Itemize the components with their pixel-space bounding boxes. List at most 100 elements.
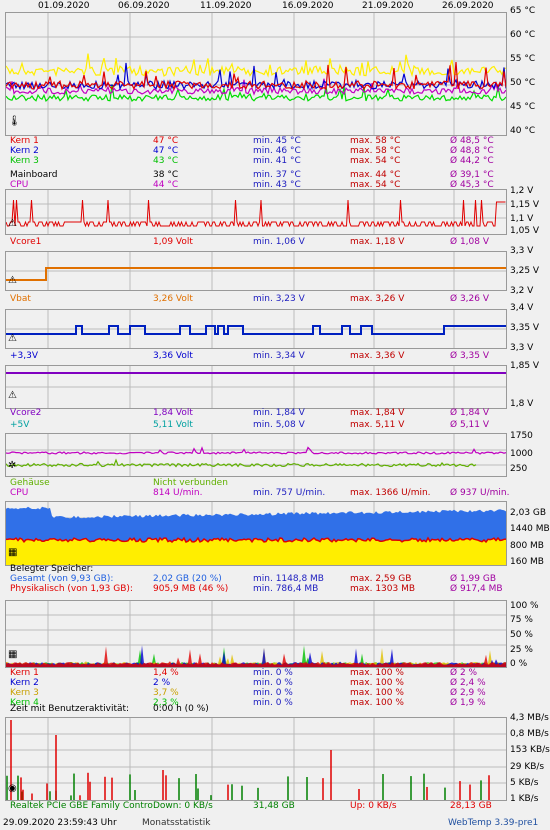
legend-max-value: max. 100 % <box>350 678 404 688</box>
y-tick: 5 KB/s <box>510 778 539 788</box>
legend-avg-value: Ø 1,84 V <box>450 408 490 418</box>
series-line <box>6 267 506 281</box>
legend-min-value: min. 757 U/min. <box>253 488 326 498</box>
warning-icon: ⚠ <box>8 333 17 344</box>
legend-current-value: 1,4 % <box>153 668 179 678</box>
legend-name: Vbat <box>10 294 31 304</box>
memory-title-row: Belegter Speicher: <box>10 564 545 574</box>
legend-row: Kern 2 2 % min. 0 % max. 100 % Ø 2,4 % <box>10 678 545 688</box>
y-tick: 250 <box>510 464 528 474</box>
legend-max-value: max. 1366 U/min. <box>350 488 431 498</box>
legend-min-value: min. 45 °C <box>253 136 301 146</box>
cpu-chip-icon: ▦ <box>8 649 18 660</box>
legend-max-value: max. 44 °C <box>350 170 401 180</box>
vcore1-graph: ⚠ <box>5 189 507 235</box>
y-tick: 4,3 MB/s <box>510 713 549 723</box>
network-icon: ◉ <box>8 783 17 794</box>
legend-row: Gesamt (von 9,93 GB): 2,02 GB (20 %) min. … <box>10 574 545 584</box>
date-label: 16.09.2020 <box>282 1 334 11</box>
y-tick: 50 °C <box>510 78 536 88</box>
legend-min-value: min. 41 °C <box>253 156 301 166</box>
legend-current-value: 814 U/min. <box>153 488 203 498</box>
v33-graph: ⚠ <box>5 309 507 349</box>
date-label: 06.09.2020 <box>118 1 170 11</box>
y-tick: 3,4 V <box>510 303 534 313</box>
warning-icon: ⚠ <box>8 218 17 229</box>
legend-current-value: 3,7 % <box>153 688 179 698</box>
user-activity-label: Zeit mit Benutzeraktivität: <box>10 704 130 714</box>
legend-min-value: 31,48 GB <box>253 801 295 811</box>
date-label: 11.09.2020 <box>200 1 252 11</box>
series-line <box>6 458 477 468</box>
warning-icon: ⚠ <box>8 275 17 286</box>
y-tick: 65 °C <box>510 6 536 16</box>
legend-max-value: max. 1,18 V <box>350 237 405 247</box>
y-tick: 0,8 MB/s <box>510 729 549 739</box>
legend-avg-value: Ø 5,11 V <box>450 420 490 430</box>
legend-max-value: max. 3,36 V <box>350 351 405 361</box>
legend-name: Realtek PCIe GBE Family Contro <box>10 801 153 811</box>
legend-current-value: Nicht verbunden <box>153 478 228 488</box>
y-tick: 40 °C <box>510 126 536 136</box>
y-tick: 1,2 V <box>510 186 534 196</box>
y-tick: 153 KB/s <box>510 745 550 755</box>
legend-current-value: 47 °C <box>153 146 179 156</box>
legend-current-value: 1,09 Volt <box>153 237 193 247</box>
legend-min-value: min. 0 % <box>253 668 293 678</box>
cpu-load-graph: ▦ <box>5 600 507 668</box>
legend-row: CPU 814 U/min. min. 757 U/min. max. 1366 U/… <box>10 488 545 498</box>
legend-row: Gehäuse Nicht verbunden <box>10 478 545 488</box>
y-tick: 1,15 V <box>510 200 540 210</box>
legend-max-value: max. 5,11 V <box>350 420 405 430</box>
y-tick: 1,85 V <box>510 361 540 371</box>
fan-icon: ✲ <box>8 460 17 471</box>
y-tick: 2,03 GB <box>510 508 547 518</box>
legend-min-value: min. 0 % <box>253 688 293 698</box>
legend-current-value: 38 °C <box>153 170 179 180</box>
y-tick: 3,35 V <box>510 323 540 333</box>
legend-current-value: 1,84 Volt <box>153 408 193 418</box>
legend-avg-value: Ø 1,99 GB <box>450 574 496 584</box>
y-tick: 1,05 V <box>510 226 540 236</box>
legend-min-value: min. 1,06 V <box>253 237 305 247</box>
legend-max-value: Up: 0 KB/s <box>350 801 397 811</box>
temperature-graph: 🌡 <box>5 12 507 136</box>
legend-avg-value: Ø 917,4 MB <box>450 584 503 594</box>
legend-row: Physikalisch (von 1,93 GB): 905,9 MB (46 … <box>10 584 545 594</box>
vcore2-graph: ⚠ <box>5 365 507 409</box>
y-tick: 1,1 V <box>510 214 534 224</box>
legend-avg-value: Ø 3,26 V <box>450 294 490 304</box>
thermometer-icon: 🌡 <box>8 116 21 127</box>
warning-icon: ⚠ <box>8 390 17 401</box>
memory-title: Belegter Speicher: <box>10 564 94 574</box>
legend-row: Kern 1 1,4 % min. 0 % max. 100 % Ø 2 % <box>10 668 545 678</box>
legend-avg-value: Ø 48,5 °C <box>450 136 494 146</box>
legend-row: Mainboard 38 °C min. 37 °C max. 44 °C Ø 39,1… <box>10 170 545 180</box>
legend-min-value: min. 37 °C <box>253 170 301 180</box>
statistics-mode-link[interactable]: Monatsstatistik <box>142 818 210 828</box>
legend-min-value: min. 3,34 V <box>253 351 305 361</box>
vbat-graph: ⚠ <box>5 251 507 291</box>
y-tick: 75 % <box>510 615 533 625</box>
y-tick: 55 °C <box>510 54 536 64</box>
legend-min-value: min. 0 % <box>253 678 293 688</box>
legend-max-value: max. 54 °C <box>350 156 401 166</box>
legend-name: Kern 3 <box>10 688 39 698</box>
legend-max-value: max. 58 °C <box>350 146 401 156</box>
legend-name: Kern 2 <box>10 678 39 688</box>
legend-row: +5V 5,11 Volt min. 5,08 V max. 5,11 V Ø 5,11… <box>10 420 545 430</box>
legend-name: Physikalisch (von 1,93 GB): <box>10 584 133 594</box>
legend-current-value: 3,26 Volt <box>153 294 193 304</box>
y-tick: 25 % <box>510 645 533 655</box>
legend-avg-value: Ø 44,2 °C <box>450 156 494 166</box>
y-tick: 800 MB <box>510 541 544 551</box>
y-tick: 45 °C <box>510 102 536 112</box>
legend-max-value: max. 1303 MB <box>350 584 416 594</box>
y-tick: 3,25 V <box>510 266 540 276</box>
legend-name: +5V <box>10 420 30 430</box>
y-tick: 1000 <box>510 449 533 459</box>
legend-name: Gesamt (von 9,93 GB): <box>10 574 114 584</box>
date-label: 26.09.2020 <box>442 1 494 11</box>
legend-max-value: max. 100 % <box>350 688 404 698</box>
legend-row: Kern 2 47 °C min. 46 °C max. 58 °C Ø 48,8 °C <box>10 146 545 156</box>
